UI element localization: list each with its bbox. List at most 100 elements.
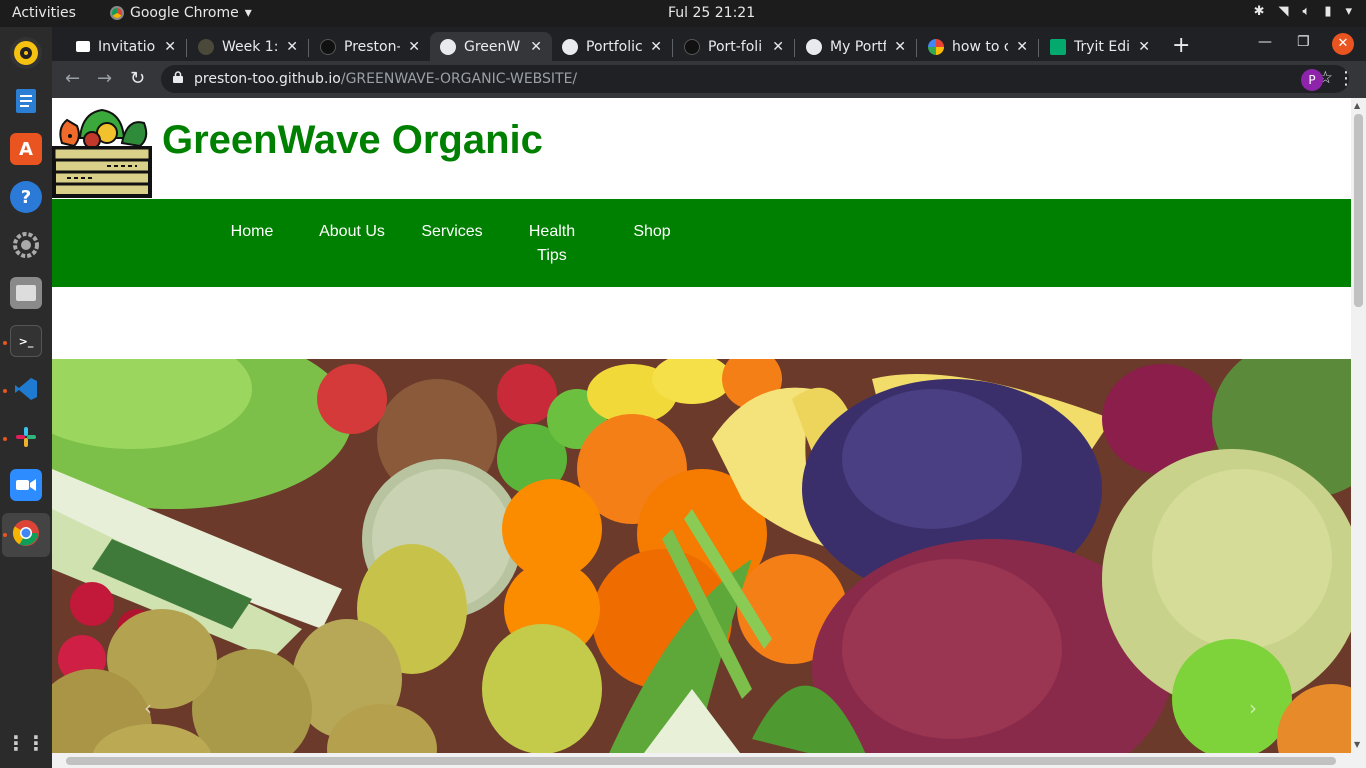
zoom-icon[interactable] [10,469,42,501]
tab-tryit[interactable]: Tryit Edi ✕ [1040,32,1160,61]
fruits-vegetables-image [52,359,1351,768]
show-applications-icon[interactable]: ⋮⋮ [6,727,46,759]
chrome-dock-icon[interactable] [10,517,42,549]
browser-toolbar: ← → ↻ preston-too.github.io/GREENWAVE-OR… [52,61,1366,98]
slack-running-dot [3,437,7,441]
main-navigation: Home About Us Services Health Tips Shop [52,199,1351,287]
battery-icon: ▮ [1324,4,1332,19]
tab-close-icon[interactable]: ✕ [650,39,662,55]
google-icon [928,38,944,55]
reload-button[interactable]: ↻ [130,68,145,89]
horizontal-scrollbar[interactable] [52,753,1351,768]
tab-label: Portfolic [586,38,643,55]
browser-tab-strip: Invitatio ✕ Week 1: ✕ Preston- ✕ GreenW … [52,27,1366,61]
caret-down-icon: ▾ [244,5,252,21]
tab-label: Invitatio [98,38,156,55]
scrollbar-thumb[interactable] [1354,114,1363,307]
terminal-running-dot [3,341,7,345]
clock[interactable]: Ful 25 21:21 [668,5,755,21]
carousel-prev-icon[interactable]: ‹ [144,696,152,720]
url-text: preston-too.github.io/GREENWAVE-ORGANIC-… [194,71,578,87]
slack-icon[interactable] [10,421,42,453]
restore-button[interactable]: ❐ [1297,34,1310,50]
tab-close-icon[interactable]: ✕ [772,39,784,55]
github-icon [320,38,336,55]
tab-close-icon[interactable]: ✕ [408,39,420,55]
nav-services[interactable]: Services [402,220,502,244]
profile-avatar[interactable]: P [1301,69,1323,91]
nav-home[interactable]: Home [202,220,302,244]
terminal-icon[interactable]: >_ [10,325,42,357]
chrome-menu-icon[interactable]: ⋮ [1337,68,1355,89]
settings-icon[interactable] [10,229,42,261]
files-icon[interactable] [10,277,42,309]
tab-label: Tryit Edi [1074,38,1130,55]
globe-icon [440,38,456,55]
tab-greenwave[interactable]: GreenW ✕ [430,32,552,61]
system-tray[interactable]: ✱ ◥ 🔈︎ ▮ ▾ [1254,4,1352,19]
vscode-running-dot [3,389,7,393]
scroll-up-icon[interactable]: ▲ [1354,101,1360,110]
volume-icon: 🔈︎ [1302,4,1311,19]
wifi-icon: ◥ [1278,4,1289,19]
lock-icon [173,71,183,83]
tab-label: My Portf [830,38,887,55]
chrome-running-dot [3,533,7,537]
close-window-button[interactable]: ✕ [1332,33,1354,55]
dock: A ? >_ ⋮⋮ [0,27,52,768]
slack-tray-icon[interactable]: ✱ [1254,4,1265,19]
carousel-next-icon[interactable]: › [1249,696,1257,720]
github-icon [684,38,700,55]
globe-icon [562,38,578,55]
site-title: GreenWave Organic [162,118,543,162]
tab-portfolio-1[interactable]: Portfolic ✕ [552,32,672,61]
ubuntu-software-icon[interactable]: A [10,133,42,165]
app-menu-label: Google Chrome [130,5,239,21]
tab-portfolio-2[interactable]: Port-foli ✕ [674,32,794,61]
page-viewport: GreenWave Organic Home About Us Services… [52,98,1366,768]
vegetable-crate-logo[interactable] [52,98,152,199]
scrollbar-thumb[interactable] [66,757,1336,765]
w3schools-icon [1050,38,1066,55]
address-bar[interactable]: preston-too.github.io/GREENWAVE-ORGANIC-… [161,65,1349,93]
tab-label: GreenW [464,38,521,55]
tab-preston[interactable]: Preston- ✕ [310,32,430,61]
chrome-icon [110,6,124,20]
minimize-button[interactable]: — [1258,34,1272,50]
leaf-icon [198,38,214,55]
nav-shop[interactable]: Shop [602,220,702,244]
activities-button[interactable]: Activities [12,5,76,21]
back-button[interactable]: ← [65,68,80,89]
tab-label: Port-foli [708,38,763,55]
nav-health-tips[interactable]: Health Tips [522,220,582,268]
tab-close-icon[interactable]: ✕ [164,39,176,55]
new-tab-button[interactable]: + [1172,33,1190,58]
libreoffice-writer-icon[interactable] [10,85,42,117]
tab-close-icon[interactable]: ✕ [286,39,298,55]
tab-close-icon[interactable]: ✕ [894,39,906,55]
hero-carousel: ‹ › [52,359,1351,768]
nav-about-us[interactable]: About Us [302,220,402,244]
gmail-icon [76,41,90,52]
tab-label: Preston- [344,38,401,55]
tab-week1[interactable]: Week 1: ✕ [188,32,308,61]
tab-google-search[interactable]: how to c ✕ [918,32,1038,61]
scroll-down-icon[interactable]: ▼ [1354,740,1360,749]
help-icon[interactable]: ? [10,181,42,213]
forward-button[interactable]: → [97,68,112,89]
system-top-bar: Activities Google Chrome ▾ Ful 25 21:21 … [0,0,1366,27]
site-header: GreenWave Organic [52,98,1351,199]
tab-gmail[interactable]: Invitatio ✕ [66,32,186,61]
tab-label: how to c [952,38,1009,55]
tab-close-icon[interactable]: ✕ [1016,39,1028,55]
tab-my-portfolio[interactable]: My Portf ✕ [796,32,916,61]
tab-close-icon[interactable]: ✕ [1138,39,1150,55]
tab-close-icon[interactable]: ✕ [530,39,542,55]
vertical-scrollbar[interactable]: ▲ ▼ [1351,98,1366,768]
vscode-icon[interactable] [10,373,42,405]
globe-icon [806,38,822,55]
app-menu[interactable]: Google Chrome ▾ [110,5,252,21]
power-menu-icon[interactable]: ▾ [1345,4,1352,19]
tab-label: Week 1: [222,38,279,55]
rhythmbox-icon[interactable] [10,37,42,69]
